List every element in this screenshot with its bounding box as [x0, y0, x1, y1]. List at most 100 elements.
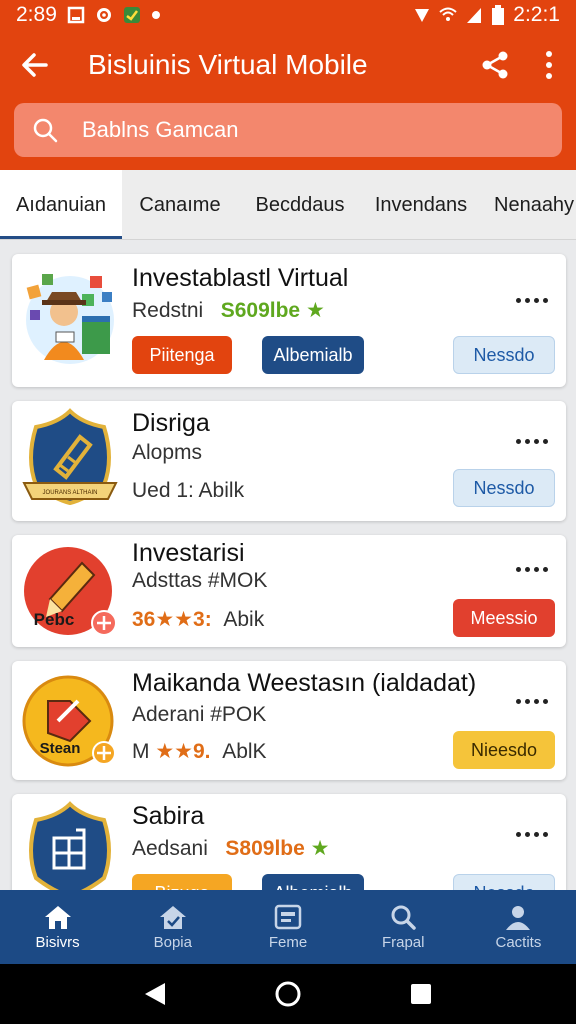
rating-stars: ★★ — [155, 608, 194, 631]
nav-item-bopia[interactable]: Bopia — [115, 890, 230, 964]
rating-suffix: AblK — [222, 740, 267, 763]
signal-icon — [467, 8, 482, 23]
list-item[interactable]: Pebc Investarisi Adsttas #MOK 36★★3: Abi… — [12, 535, 566, 647]
shield-badge-text: JOURANS ALTHAIN — [43, 490, 98, 496]
action-button-primary[interactable]: Piitenga — [132, 336, 232, 374]
list-item[interactable]: JOURANS ALTHAIN Disriga Alopms Ued 1: Ab… — [12, 401, 566, 521]
action-button[interactable]: Nessdo — [453, 469, 555, 507]
action-button-tertiary[interactable]: Nessdo — [453, 336, 555, 374]
overflow-menu-button[interactable] — [522, 30, 576, 100]
back-button[interactable] — [0, 30, 70, 100]
tab-aidanuian[interactable]: Aıdanuian — [0, 170, 122, 239]
search-placeholder: Bablns Gamcan — [82, 117, 239, 142]
app-title: Investablastl Virtual — [132, 264, 349, 292]
list-item[interactable]: Sabira Aedsani S809lbe ★ Bizuga Albemial… — [12, 794, 566, 890]
app-title: Investarisi — [132, 539, 245, 567]
house-check-icon — [159, 905, 186, 929]
dot-notification-icon — [151, 11, 160, 19]
nav-label: Bopia — [153, 933, 192, 951]
wifi-icon — [439, 7, 457, 21]
more-vert-icon — [546, 51, 552, 79]
building-app-icon — [29, 801, 111, 890]
nav-label: Cactits — [495, 933, 542, 951]
action-button-tertiary[interactable]: Nessdo — [453, 874, 555, 890]
share-icon — [482, 51, 508, 79]
more-button[interactable] — [514, 557, 550, 581]
gear-icon — [96, 8, 111, 22]
app-subtitle: Adsttas #MOK — [132, 569, 268, 592]
app-title: Maikanda Weestasın (ialdadat) — [132, 669, 477, 697]
rating-stars: ★★ — [155, 740, 193, 763]
rating-tail: 3: — [193, 608, 212, 631]
page-title: Bisluinis Virtual Mobile — [88, 49, 368, 80]
action-button-primary[interactable]: Bizuga — [132, 874, 232, 890]
tab-becddaus[interactable]: Becddaus — [238, 170, 362, 239]
star-icon: ★ — [310, 837, 330, 860]
app-subtitle: Aderani #POK — [132, 703, 267, 726]
app-title: Disriga — [132, 409, 210, 437]
share-button[interactable] — [468, 30, 522, 100]
app-meta: Ued 1: Abilk — [132, 479, 245, 502]
arrow-left-icon — [22, 53, 48, 77]
card-icon — [274, 904, 302, 929]
tab-invendans[interactable]: Invendans — [362, 170, 480, 239]
tab-nenaahy[interactable]: Nenaahy — [480, 170, 576, 239]
app-notification-icon — [123, 7, 140, 23]
status-time: 2:89 — [16, 3, 57, 26]
app-meta: M ★★9. AblK — [132, 739, 267, 764]
app-subtitle: Alopms — [132, 441, 203, 464]
nav-item-cactits[interactable]: Cactits — [461, 890, 576, 964]
app-list: Investablastl Virtual Redstni S609lbe ★ … — [0, 240, 576, 890]
more-button[interactable] — [514, 429, 550, 453]
developer-label: Redstni — [132, 299, 204, 322]
back-triangle-icon[interactable] — [143, 981, 167, 1007]
action-button-secondary[interactable]: Albemialb — [262, 336, 364, 374]
battery-icon — [492, 5, 505, 25]
tab-canaime[interactable]: Canaıme — [122, 170, 238, 239]
search-icon — [391, 905, 416, 930]
nav-label: Bisivrs — [35, 933, 80, 951]
search-input[interactable]: Bablns Gamcan — [14, 103, 562, 157]
app-meta: 36★★3: Abik — [132, 607, 264, 632]
developer-label: Aedsani — [132, 837, 208, 860]
action-button-secondary[interactable]: Albemialb — [262, 874, 364, 890]
more-button[interactable] — [514, 288, 550, 312]
brush-app-icon: Pebc — [24, 547, 117, 636]
category-tabs: Aıdanuian Canaıme Becddaus Invendans Nen… — [0, 170, 576, 240]
action-button[interactable]: Meessio — [453, 599, 555, 637]
shield-app-icon: JOURANS ALTHAIN — [22, 408, 118, 506]
steam-app-icon: Stean — [22, 675, 116, 767]
more-button[interactable] — [514, 689, 550, 713]
nav-item-home[interactable]: Bisivrs — [0, 890, 115, 964]
rating-number: 36 — [132, 608, 156, 631]
action-button[interactable]: Nieesdo — [453, 731, 555, 769]
bottom-navigation: Bisivrs Bopia Feme Frapal Cactits — [0, 890, 576, 964]
recents-square-icon[interactable] — [409, 982, 433, 1006]
list-item[interactable]: Investablastl Virtual Redstni S609lbe ★ … — [12, 254, 566, 387]
app-meta: Redstni S609lbe ★ — [132, 298, 325, 323]
nav-label: Frapal — [381, 933, 425, 951]
person-icon — [506, 905, 531, 930]
nav-item-frapal[interactable]: Frapal — [346, 890, 461, 964]
app-title: Sabira — [132, 802, 205, 830]
location-icon — [415, 9, 430, 22]
status-bar: 2:89 2:2:1 — [0, 0, 576, 30]
app-meta: Aedsani S809lbe ★ — [132, 836, 329, 861]
home-icon — [44, 905, 71, 929]
icon-label: Pebc — [34, 610, 75, 629]
system-navigation-bar — [0, 964, 576, 1024]
character-app-icon — [26, 274, 114, 364]
rating-prefix: M — [132, 740, 150, 763]
home-circle-icon[interactable] — [274, 980, 302, 1008]
icon-label: Stean — [40, 740, 81, 757]
app-price: S809lbe — [225, 837, 305, 860]
list-item[interactable]: Stean Maikanda Weestasın (ialdadat) Ader… — [12, 661, 566, 780]
search-icon — [33, 118, 58, 143]
app-price: S609lbe — [220, 299, 301, 322]
more-button[interactable] — [514, 822, 550, 846]
nav-item-feme[interactable]: Feme — [230, 890, 345, 964]
star-icon: ★ — [305, 299, 325, 322]
nav-label: Feme — [268, 933, 308, 951]
rating-suffix: Abik — [223, 608, 265, 631]
status-clock: 2:2:1 — [513, 3, 560, 26]
